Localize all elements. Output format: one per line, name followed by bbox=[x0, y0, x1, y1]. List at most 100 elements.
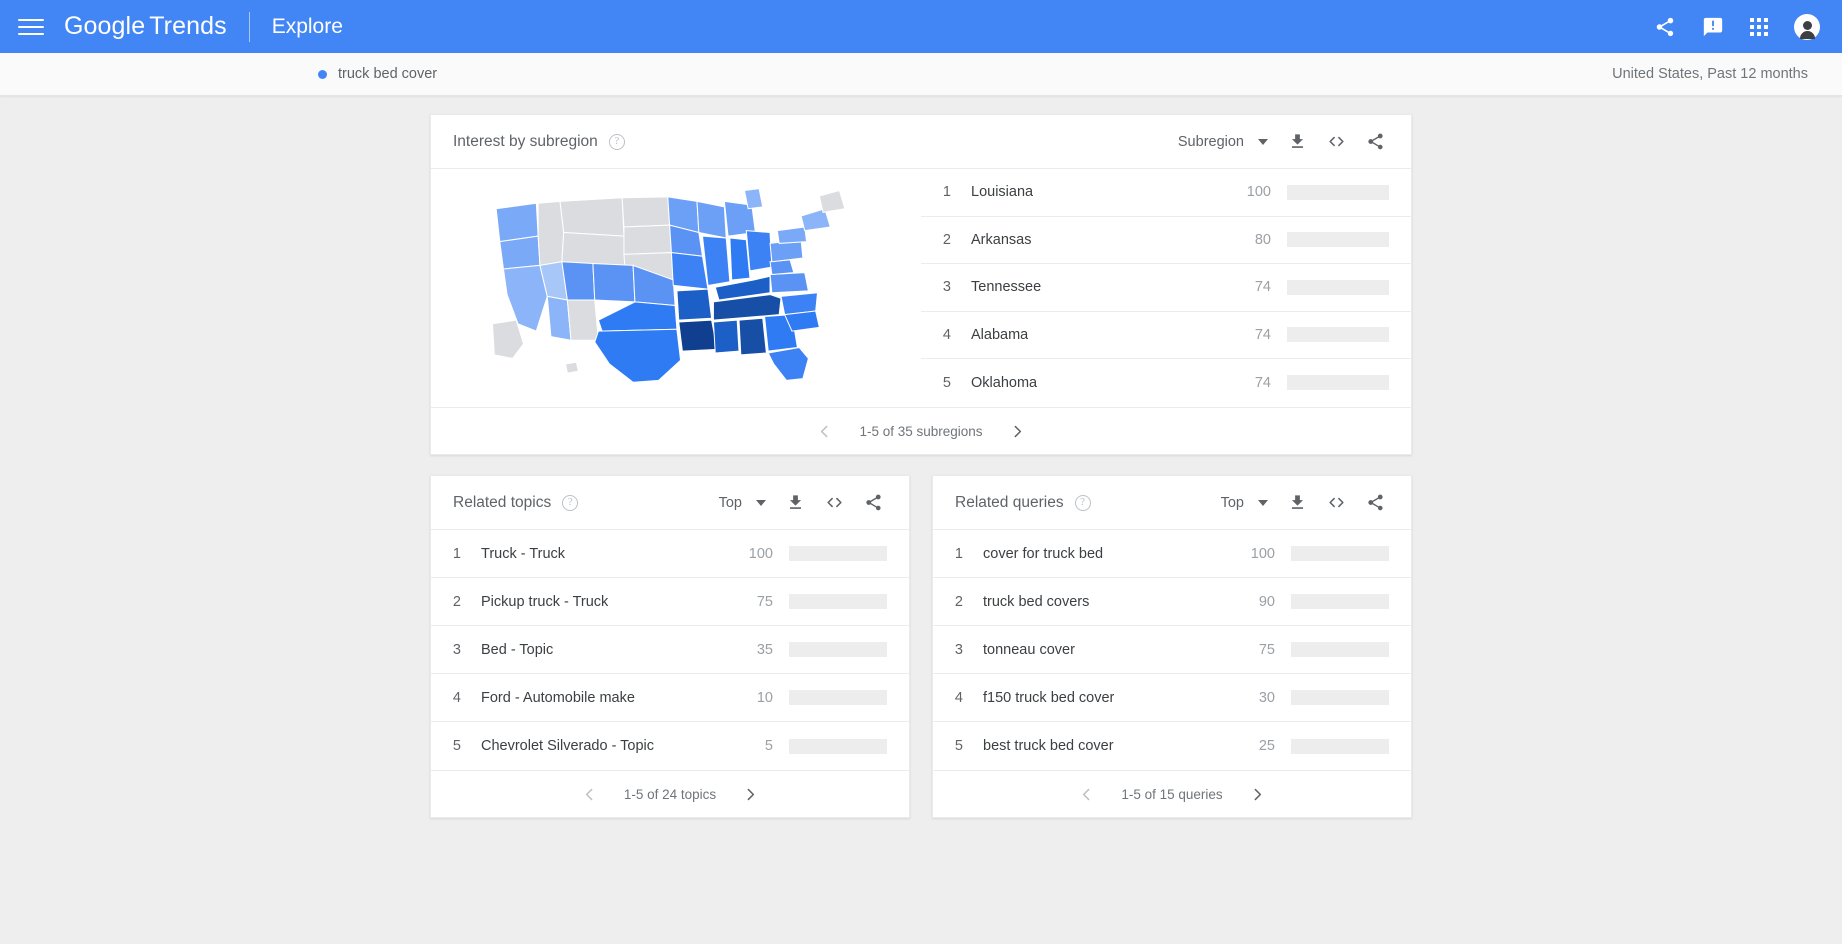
search-term-label: truck bed cover bbox=[338, 66, 438, 82]
table-row[interactable]: 1 Truck - Truck 100 bbox=[431, 530, 909, 578]
table-row[interactable]: 3 Bed - Topic 35 bbox=[431, 626, 909, 674]
embed-code-icon[interactable] bbox=[1327, 132, 1346, 151]
topic-label: Chevrolet Silverado - Topic bbox=[481, 738, 655, 754]
feedback-icon[interactable] bbox=[1702, 16, 1724, 38]
query-bar-track bbox=[1291, 738, 1389, 754]
share-icon[interactable] bbox=[1366, 132, 1385, 151]
query-label: cover for truck bed bbox=[983, 545, 1104, 562]
table-row[interactable]: 1 cover for truck bed 100 bbox=[933, 530, 1411, 578]
query-rank: 5 bbox=[954, 738, 963, 754]
subregion-rank: 4 bbox=[942, 326, 951, 343]
table-row[interactable]: 4 Ford - Automobile make 10 bbox=[431, 674, 909, 722]
brand-trends-text: Trends bbox=[149, 12, 227, 40]
table-row[interactable]: 5 Oklahoma 74 bbox=[921, 359, 1411, 407]
share-icon[interactable] bbox=[1654, 16, 1676, 38]
topics-pagination: 1-5 of 24 topics bbox=[431, 770, 909, 817]
table-row[interactable]: 2 truck bed covers 90 bbox=[933, 578, 1411, 626]
account-avatar-icon[interactable] bbox=[1794, 13, 1820, 40]
subregion-label: Tennessee bbox=[971, 279, 1042, 296]
chevron-down-icon bbox=[1258, 499, 1268, 506]
subregion-value: 74 bbox=[1254, 326, 1271, 343]
download-icon[interactable] bbox=[786, 493, 805, 512]
brand-logo[interactable]: Google Trends bbox=[64, 12, 227, 41]
embed-code-icon[interactable] bbox=[825, 493, 844, 512]
subregion-scope-dropdown[interactable]: Subregion bbox=[1178, 134, 1268, 150]
query-value: 90 bbox=[1258, 593, 1275, 610]
query-bar-track bbox=[1291, 642, 1389, 657]
help-circle-icon[interactable]: ? bbox=[562, 494, 579, 511]
subregion-card-body: 1 Louisiana 100 2 Arkansas 80 3 Tennessee 74 4 Ala… bbox=[431, 169, 1411, 407]
table-row[interactable]: 1 Louisiana 100 bbox=[921, 169, 1411, 217]
query-value: 30 bbox=[1258, 689, 1275, 706]
table-row[interactable]: 3 Tennessee 74 bbox=[921, 264, 1411, 312]
help-circle-icon[interactable]: ? bbox=[1074, 494, 1091, 511]
subregion-value: 74 bbox=[1254, 279, 1271, 296]
chevron-down-icon bbox=[1258, 138, 1268, 145]
subregion-rank: 1 bbox=[942, 184, 951, 201]
app-header: Google Trends Explore bbox=[0, 0, 1842, 53]
subregion-card-title: Interest by subregion bbox=[453, 132, 598, 150]
topic-rank: 2 bbox=[452, 593, 461, 610]
hamburger-menu-icon[interactable] bbox=[18, 14, 44, 40]
download-icon[interactable] bbox=[1288, 132, 1307, 151]
table-row[interactable]: 3 tonneau cover 75 bbox=[933, 626, 1411, 674]
apps-grid-icon[interactable] bbox=[1750, 17, 1768, 36]
chevron-left-icon[interactable] bbox=[581, 786, 598, 803]
table-row[interactable]: 5 Chevrolet Silverado - Topic 5 bbox=[431, 722, 909, 770]
subregion-bar-track bbox=[1287, 184, 1389, 200]
us-choropleth-map[interactable] bbox=[431, 169, 921, 407]
queries-card-title: Related queries bbox=[955, 493, 1064, 511]
queries-sort-dropdown[interactable]: Top bbox=[1221, 495, 1268, 511]
us-map-svg bbox=[491, 188, 846, 383]
topic-rank: 5 bbox=[452, 738, 461, 754]
topics-pagination-label: 1-5 of 24 topics bbox=[623, 786, 717, 802]
topic-label: Ford - Automobile make bbox=[481, 689, 635, 706]
brand-google-text: Google bbox=[64, 12, 146, 40]
queries-pagination-label: 1-5 of 15 queries bbox=[1121, 786, 1223, 802]
help-circle-icon[interactable]: ? bbox=[608, 133, 625, 150]
table-row[interactable]: 5 best truck bed cover 25 bbox=[933, 722, 1411, 770]
subregion-value: 100 bbox=[1246, 184, 1271, 201]
query-value: 25 bbox=[1258, 738, 1275, 754]
chevron-left-icon[interactable] bbox=[816, 423, 833, 440]
subregion-pagination-label: 1-5 of 35 subregions bbox=[859, 423, 983, 439]
related-queries-list: 1 cover for truck bed 100 2 truck bed covers… bbox=[933, 530, 1411, 770]
share-icon[interactable] bbox=[1366, 493, 1385, 512]
share-icon[interactable] bbox=[864, 493, 883, 512]
series-color-dot bbox=[318, 69, 327, 79]
table-row[interactable]: 2 Pickup truck - Truck 75 bbox=[431, 578, 909, 626]
table-row[interactable]: 2 Arkansas 80 bbox=[921, 217, 1411, 264]
table-row[interactable]: 4 Alabama 74 bbox=[921, 312, 1411, 359]
query-rank: 1 bbox=[954, 545, 963, 562]
explore-nav-link[interactable]: Explore bbox=[272, 15, 343, 39]
chevron-right-icon[interactable] bbox=[1009, 423, 1026, 440]
topic-label: Truck - Truck bbox=[481, 545, 566, 562]
query-bar-track bbox=[1291, 690, 1389, 705]
topic-value: 75 bbox=[756, 593, 773, 610]
topic-rank: 3 bbox=[452, 641, 461, 658]
query-label: truck bed covers bbox=[983, 593, 1090, 610]
table-row[interactable]: 4 f150 truck bed cover 30 bbox=[933, 674, 1411, 722]
query-rank: 4 bbox=[954, 689, 963, 706]
geo-time-label: United States, Past 12 months bbox=[1612, 66, 1808, 82]
subregion-label: Oklahoma bbox=[971, 374, 1038, 391]
topic-value: 10 bbox=[756, 689, 773, 706]
download-icon[interactable] bbox=[1288, 493, 1307, 512]
subregion-rank: 5 bbox=[942, 374, 951, 391]
topic-rank: 1 bbox=[452, 545, 461, 562]
chevron-right-icon[interactable] bbox=[742, 786, 759, 803]
chevron-left-icon[interactable] bbox=[1078, 786, 1095, 803]
embed-code-icon[interactable] bbox=[1327, 493, 1346, 512]
queries-pagination: 1-5 of 15 queries bbox=[933, 770, 1411, 817]
topics-sort-dropdown[interactable]: Top bbox=[719, 495, 766, 511]
search-term-chip[interactable]: truck bed cover bbox=[318, 66, 437, 82]
related-topics-card: Related topics ? Top 1 Truck - Truck 100… bbox=[430, 475, 910, 818]
subregion-label: Arkansas bbox=[971, 231, 1032, 248]
topic-rank: 4 bbox=[452, 689, 461, 706]
query-label: tonneau cover bbox=[983, 641, 1075, 658]
query-rank: 2 bbox=[954, 593, 963, 610]
chevron-right-icon[interactable] bbox=[1249, 786, 1266, 803]
query-value: 100 bbox=[1250, 545, 1275, 562]
topic-value: 5 bbox=[764, 738, 773, 754]
query-label: f150 truck bed cover bbox=[983, 689, 1115, 706]
